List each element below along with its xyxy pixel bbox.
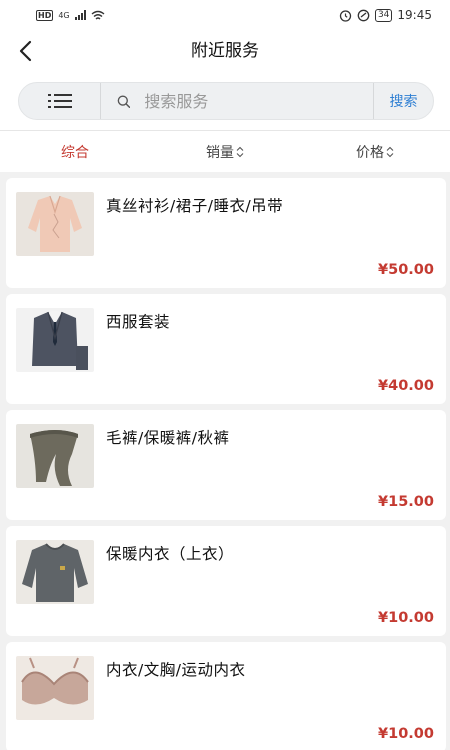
product-card[interactable]: 毛裤/保暖裤/秋裤 ¥15.00: [6, 410, 446, 520]
product-card[interactable]: 内衣/文胸/运动内衣 ¥10.00: [6, 642, 446, 750]
alarm-icon: [339, 9, 352, 22]
search-input[interactable]: [144, 91, 373, 111]
suit-image: [16, 308, 94, 372]
header: 附近服务: [0, 30, 450, 72]
signal-icon: [74, 10, 86, 20]
hd-indicator: HD: [36, 9, 54, 21]
product-name: 西服套装: [106, 313, 171, 331]
bra-image: [16, 656, 94, 720]
search-icon: [117, 94, 131, 108]
product-price: ¥10.00: [378, 726, 434, 742]
product-card[interactable]: 西服套装 ¥40.00: [6, 294, 446, 404]
blouse-image: [16, 192, 94, 256]
wifi-icon: [91, 10, 105, 20]
product-name: 保暖内衣（上衣）: [106, 545, 235, 563]
product-card[interactable]: 保暖内衣（上衣） ¥10.00: [6, 526, 446, 636]
product-card[interactable]: 真丝衬衫/裙子/睡衣/吊带 ¥50.00: [6, 178, 446, 288]
sort-tab-label: 销量: [206, 144, 234, 161]
sort-arrows-icon: [236, 146, 244, 157]
product-price: ¥40.00: [378, 378, 434, 394]
product-price: ¥15.00: [378, 494, 434, 510]
sort-tab-label: 综合: [61, 144, 89, 161]
status-bar: HD 4G 34 19:45: [0, 0, 450, 30]
network-type: 4G: [58, 10, 70, 20]
search-input-wrap: [101, 83, 373, 119]
search-area: 搜索: [0, 72, 450, 130]
product-name: 毛裤/保暖裤/秋裤: [106, 429, 230, 447]
chevron-left-icon: [19, 40, 32, 62]
status-right: 34 19:45: [339, 8, 432, 22]
data-saver-icon: [357, 9, 370, 21]
product-name: 内衣/文胸/运动内衣: [106, 661, 246, 679]
status-left: HD 4G: [36, 9, 105, 21]
sort-tab-label: 价格: [356, 144, 384, 161]
product-list: 真丝衬衫/裙子/睡衣/吊带 ¥50.00 西服套装 ¥40.00 毛裤/保暖裤/…: [6, 172, 446, 750]
page-title: 附近服务: [191, 41, 259, 61]
sort-tab-price[interactable]: 价格: [300, 131, 450, 172]
back-button[interactable]: [14, 38, 40, 64]
battery-icon: 34: [374, 8, 393, 22]
leggings-image: [16, 424, 94, 488]
category-menu-button[interactable]: [19, 83, 101, 119]
sort-tab-comprehensive[interactable]: 综合: [0, 131, 150, 172]
sort-bar: 综合 销量 价格: [0, 130, 450, 172]
status-time: 19:45: [397, 8, 432, 22]
search-box: 搜索: [18, 82, 434, 120]
list-icon: [47, 94, 72, 108]
product-price: ¥50.00: [378, 262, 434, 278]
sort-tab-sales[interactable]: 销量: [150, 131, 300, 172]
product-price: ¥10.00: [378, 610, 434, 626]
search-button[interactable]: 搜索: [373, 83, 433, 119]
sort-arrows-icon: [386, 146, 394, 157]
thermal-top-image: [16, 540, 94, 604]
product-name: 真丝衬衫/裙子/睡衣/吊带: [106, 197, 284, 215]
